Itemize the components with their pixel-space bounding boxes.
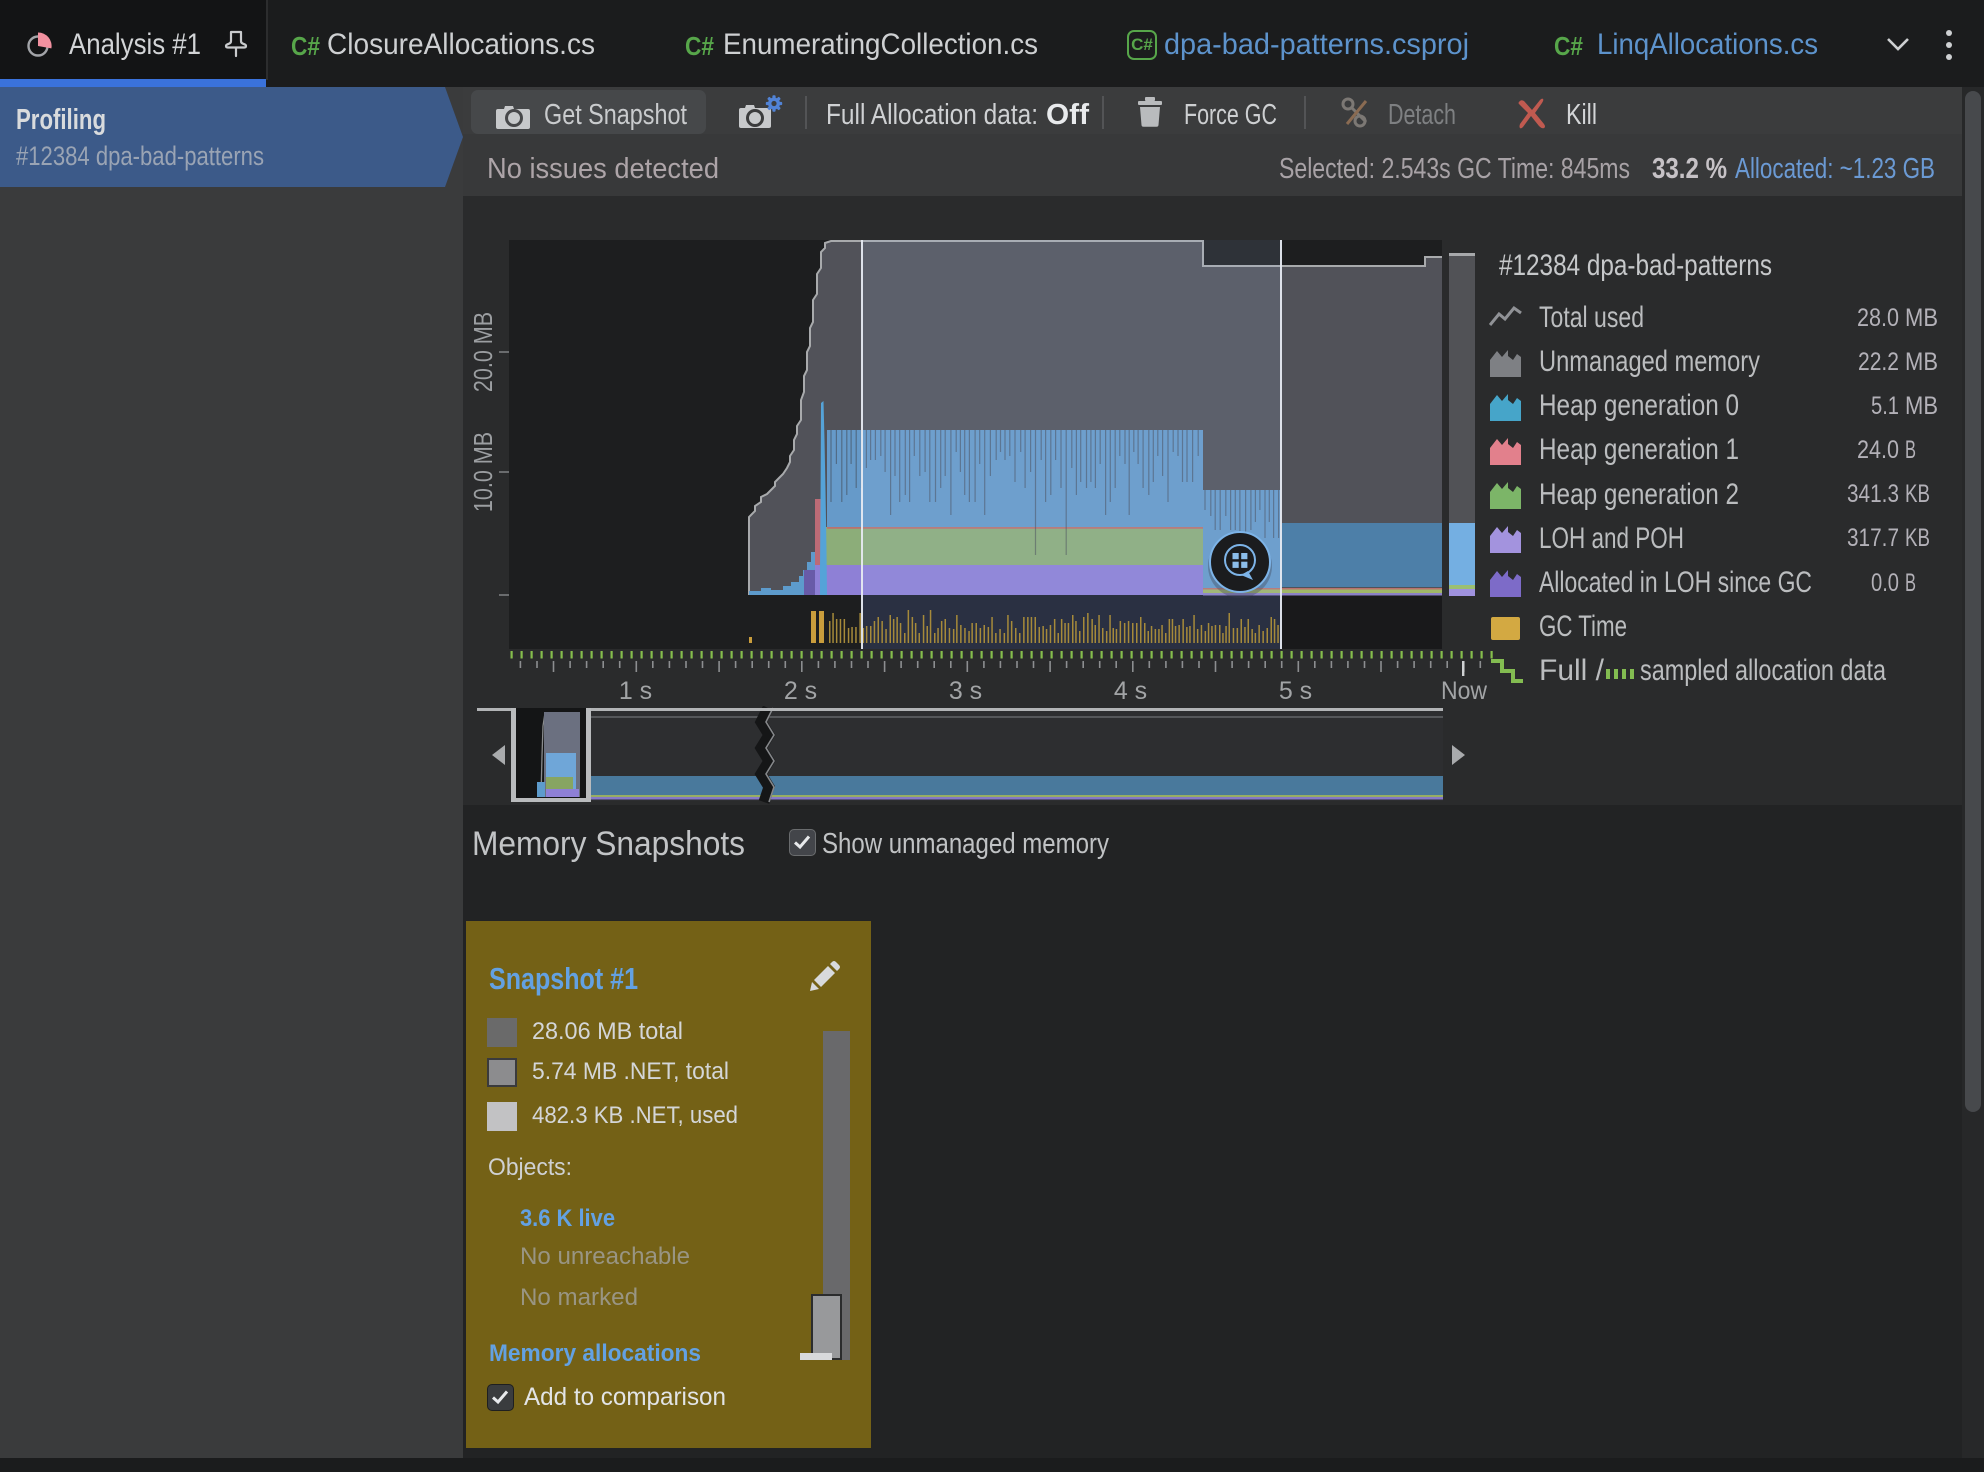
svg-text:20.0 MB: 20.0 MB xyxy=(469,312,498,392)
svg-text:10.0 MB: 10.0 MB xyxy=(469,432,498,512)
